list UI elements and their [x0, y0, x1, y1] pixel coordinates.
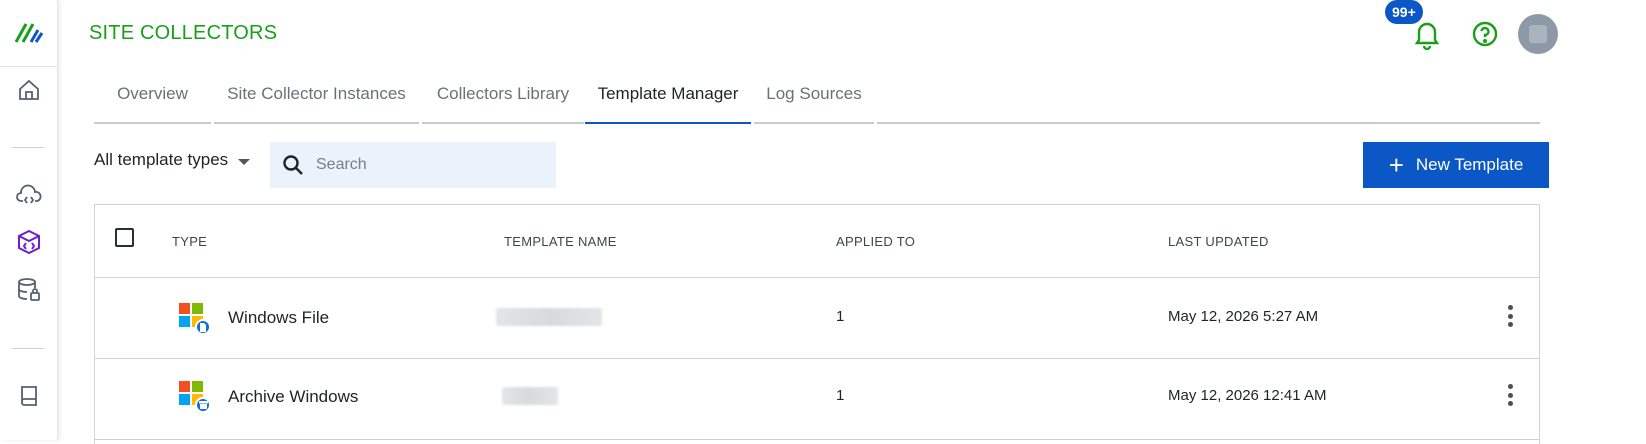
- cloud-code-icon: [16, 184, 42, 204]
- nav-cloud-code-button[interactable]: [0, 175, 58, 215]
- main-content: SITE COLLECTORS 99+ Overview Site Collec…: [58, 0, 1646, 444]
- page-title: SITE COLLECTORS: [89, 22, 278, 44]
- archive-icon: [195, 397, 211, 413]
- nav-database-button[interactable]: [0, 270, 58, 310]
- logo-icon: [14, 23, 43, 43]
- avatar-placeholder: [1529, 25, 1547, 43]
- applied-to-count: 1: [836, 308, 845, 325]
- search-icon: [283, 155, 303, 175]
- column-header-type[interactable]: TYPE: [172, 234, 207, 249]
- column-header-template-name[interactable]: TEMPLATE NAME: [504, 234, 617, 249]
- template-type-filter[interactable]: All template types: [94, 150, 251, 170]
- nav-docs-button[interactable]: [0, 376, 58, 416]
- plus-icon: +: [1388, 150, 1404, 180]
- nav-separator: [12, 348, 44, 349]
- tab-bar-divider: [877, 122, 1540, 124]
- tab-overview[interactable]: Overview: [94, 72, 211, 124]
- column-header-last-updated[interactable]: LAST UPDATED: [1168, 234, 1269, 249]
- tab-site-collector-instances[interactable]: Site Collector Instances: [214, 72, 419, 124]
- search-box[interactable]: [270, 142, 556, 188]
- last-updated: May 12, 2026 12:41 AM: [1168, 387, 1327, 404]
- nav-home-button[interactable]: [0, 70, 58, 110]
- tab-template-manager[interactable]: Template Manager: [585, 72, 751, 124]
- table-row[interactable]: Windows File 1 May 12, 2026 5:27 AM: [95, 278, 1539, 359]
- template-type: Archive Windows: [228, 387, 359, 406]
- book-icon: [21, 386, 37, 406]
- template-type: Windows File: [228, 308, 330, 327]
- help-button[interactable]: [1468, 17, 1502, 51]
- nav-separator: [12, 147, 44, 148]
- app-logo[interactable]: [0, 0, 57, 67]
- left-nav-rail: [0, 0, 58, 440]
- filter-label: All template types: [94, 150, 229, 169]
- templates-table: TYPE TEMPLATE NAME APPLIED TO LAST UPDAT…: [94, 204, 1540, 444]
- table-header: TYPE TEMPLATE NAME APPLIED TO LAST UPDAT…: [95, 205, 1539, 278]
- select-all-checkbox[interactable]: [115, 228, 134, 247]
- search-input[interactable]: [316, 156, 536, 174]
- notification-count-badge: 99+: [1385, 0, 1423, 24]
- tab-bar: Overview Site Collector Instances Collec…: [94, 72, 1614, 124]
- template-name-redacted[interactable]: [502, 387, 558, 405]
- package-code-icon: [18, 229, 40, 255]
- last-updated: May 12, 2026 5:27 AM: [1168, 308, 1319, 325]
- home-icon: [19, 79, 39, 100]
- database-lock-icon: [18, 278, 40, 301]
- nav-site-collectors-button[interactable]: [0, 222, 58, 262]
- help-icon: [1472, 21, 1498, 47]
- chevron-down-icon: [238, 158, 251, 165]
- file-icon: [195, 319, 211, 335]
- tab-log-sources[interactable]: Log Sources: [754, 72, 874, 124]
- template-name-redacted[interactable]: [496, 308, 602, 326]
- column-header-applied-to[interactable]: APPLIED TO: [836, 234, 915, 249]
- new-template-button[interactable]: + New Template: [1363, 142, 1549, 188]
- tab-collectors-library[interactable]: Collectors Library: [422, 72, 584, 124]
- row-menu-icon[interactable]: [1500, 381, 1520, 409]
- applied-to-count: 1: [836, 387, 845, 404]
- row-menu-icon[interactable]: [1500, 302, 1520, 330]
- table-row[interactable]: Archive Windows 1 May 12, 2026 12:41 AM: [95, 359, 1539, 440]
